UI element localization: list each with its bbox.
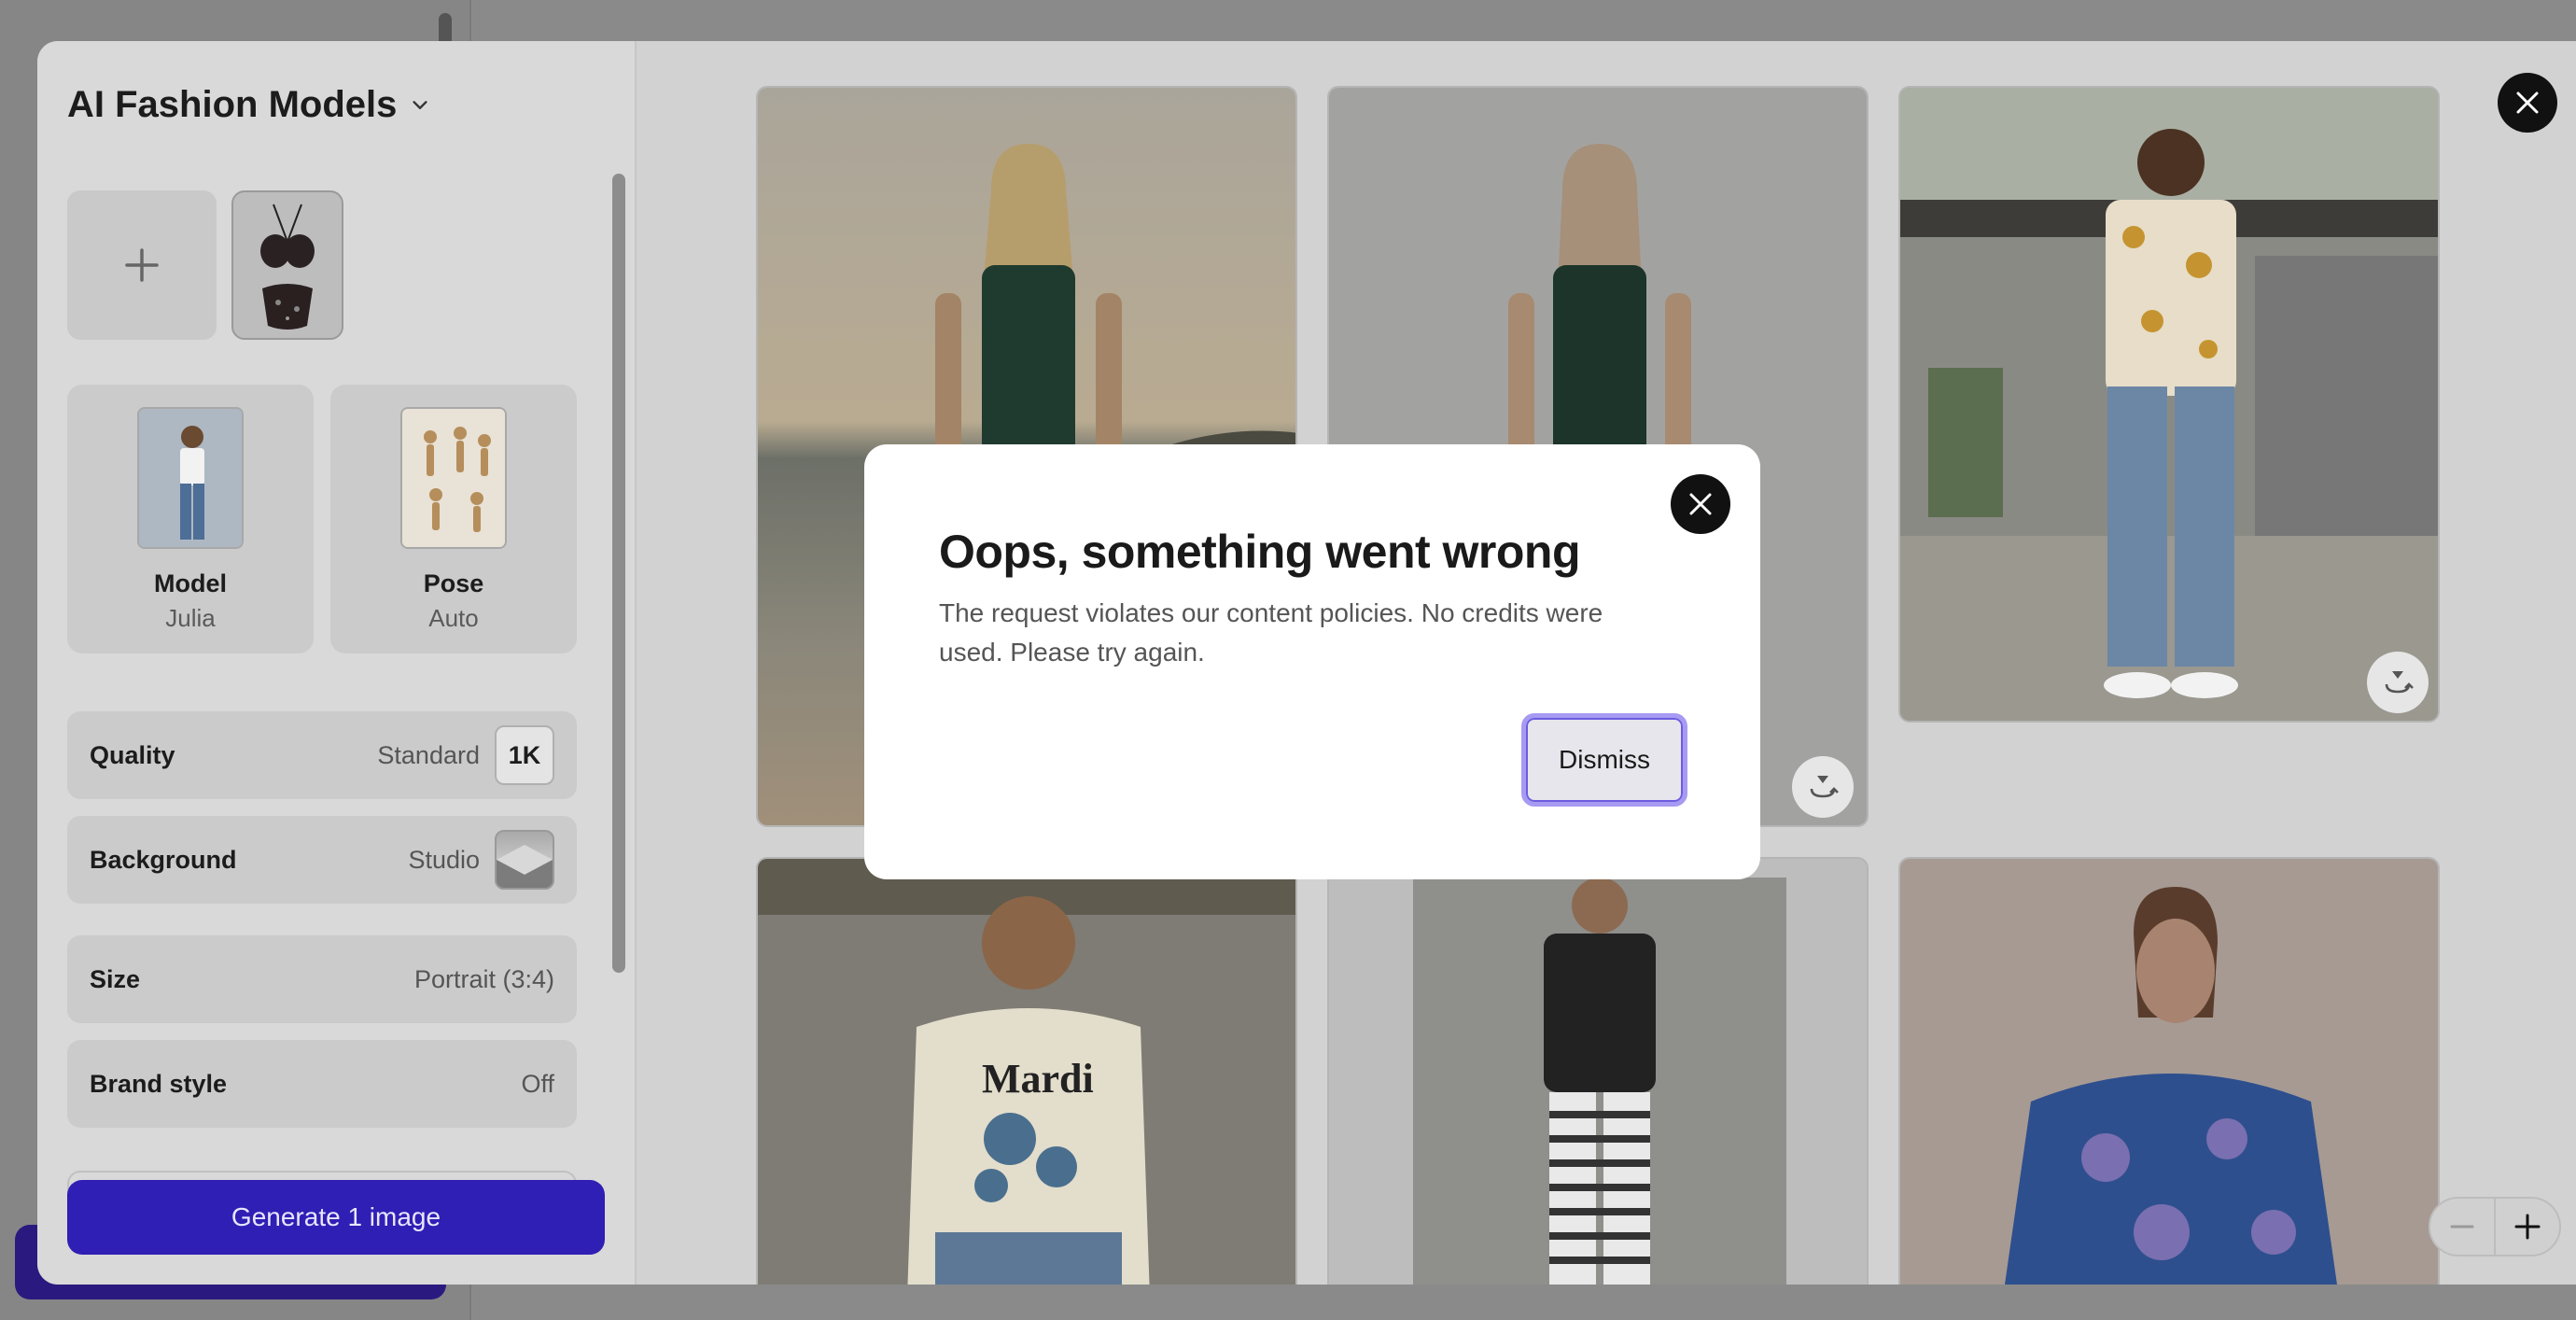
plus-icon — [125, 248, 159, 282]
plus-icon — [2514, 1214, 2541, 1240]
product-thumbnail[interactable] — [231, 190, 343, 340]
resolution-badge: 1K — [495, 725, 554, 785]
background-setting[interactable]: Background Studio — [67, 816, 577, 904]
settings-panel: AI Fashion Models Model Julia Pose Auto … — [37, 41, 637, 1285]
brand-style-value: Off — [521, 1069, 554, 1098]
panel-scrollbar-thumb[interactable] — [612, 174, 625, 973]
gallery-image-striped-pants[interactable] — [1327, 857, 1869, 1285]
quality-setting[interactable]: Quality Standard 1K — [67, 711, 577, 799]
pose-value: Auto — [428, 604, 479, 632]
quality-value: Standard — [377, 740, 480, 769]
model-label: Model — [154, 569, 227, 597]
error-dialog: Oops, something went wrong The request v… — [864, 444, 1760, 879]
model-thumbnail — [137, 407, 244, 549]
gallery-image-street[interactable] — [1898, 86, 2440, 723]
regenerate-button[interactable] — [1792, 756, 1854, 818]
bikini-product-image — [260, 204, 315, 330]
model-selector[interactable]: Model Julia — [67, 385, 314, 653]
dialog-title: Oops, something went wrong — [939, 526, 1581, 578]
close-icon — [1689, 493, 1712, 515]
minus-icon — [2450, 1225, 2474, 1229]
quality-label: Quality — [90, 740, 175, 769]
app-switcher[interactable]: AI Fashion Models — [67, 84, 430, 126]
zoom-in-button[interactable] — [2496, 1199, 2559, 1255]
dismiss-button[interactable]: Dismiss — [1521, 713, 1687, 807]
zoom-control — [2429, 1197, 2561, 1257]
generate-button[interactable]: Generate 1 image — [67, 1180, 605, 1255]
regenerate-button[interactable] — [2367, 652, 2429, 713]
close-editor-button[interactable] — [2498, 73, 2557, 133]
background-value: Studio — [408, 845, 480, 874]
size-label: Size — [90, 964, 141, 993]
size-setting[interactable]: Size Portrait (3:4) — [67, 935, 577, 1023]
rotate-variation-icon — [1810, 776, 1839, 798]
page-title: AI Fashion Models — [67, 84, 398, 125]
dialog-message: The request violates our content policie… — [939, 598, 1603, 667]
background-label: Background — [90, 845, 237, 874]
pose-thumbnail — [400, 407, 507, 549]
size-value: Portrait (3:4) — [413, 964, 554, 993]
chevron-down-icon — [413, 100, 427, 109]
pose-selector[interactable]: Pose Auto — [330, 385, 577, 653]
zoom-out-button[interactable] — [2430, 1199, 2494, 1255]
brand-style-setting[interactable]: Brand style Off — [67, 1040, 577, 1128]
brand-style-label: Brand style — [90, 1069, 228, 1098]
gallery-image-floral-shirt[interactable] — [1898, 857, 2440, 1285]
add-product-button[interactable] — [67, 190, 217, 340]
shirt-print-text: Mardi — [982, 1056, 1094, 1102]
studio-background-swatch — [495, 830, 554, 890]
pose-label: Pose — [423, 569, 484, 597]
close-icon — [2516, 91, 2539, 114]
dialog-close-button[interactable] — [1671, 474, 1730, 534]
model-value: Julia — [165, 604, 216, 632]
rotate-variation-icon — [2385, 671, 2414, 694]
gallery-image-cafe-tshirt[interactable]: Mardi — [756, 857, 1297, 1285]
